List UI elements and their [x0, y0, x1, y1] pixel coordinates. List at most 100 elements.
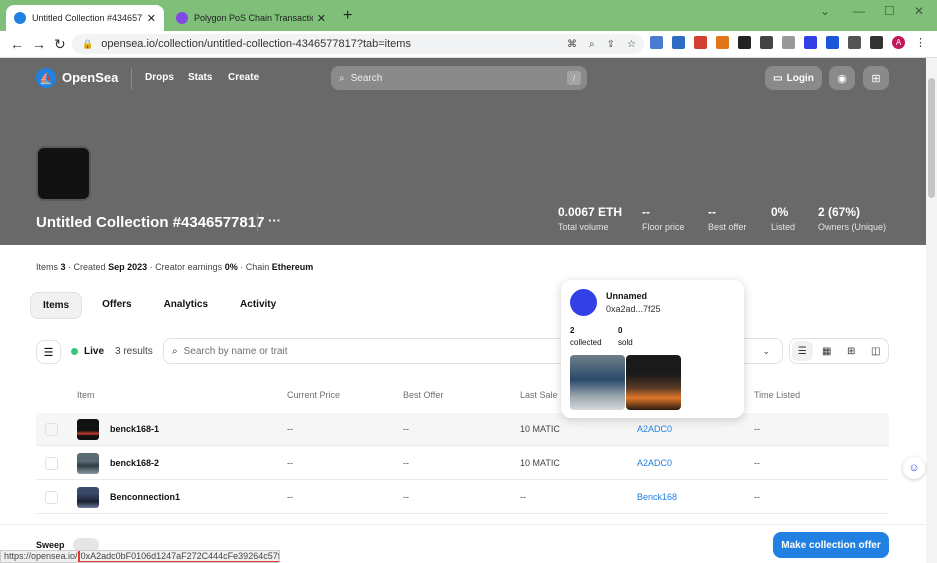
browser-tab-polygon[interactable]: Polygon PoS Chain Transaction ✕ — [168, 5, 334, 31]
grid-small-icon[interactable]: ▦ — [817, 341, 838, 361]
nav-divider — [131, 68, 132, 90]
brand-name[interactable]: OpenSea — [62, 70, 118, 85]
current-price: -- — [287, 424, 293, 434]
col-header-best-offer: Best Offer — [403, 390, 444, 400]
more-options-icon[interactable]: ··· — [268, 213, 281, 228]
url-field[interactable]: 🔒 opensea.io/collection/untitled-collect… — [72, 34, 644, 54]
owner-link[interactable]: A2ADC0 — [637, 424, 672, 434]
collected-nft-image[interactable] — [570, 355, 625, 410]
collected-nft-image[interactable] — [626, 355, 681, 410]
owner-name[interactable]: Unnamed — [606, 291, 647, 301]
stat-total-volume: 0.0067 ETH Total volume — [558, 205, 623, 232]
item-name[interactable]: Benconnection1 — [110, 492, 180, 502]
forward-icon[interactable]: → — [32, 36, 46, 52]
stat-floor-price: -- Floor price — [642, 205, 685, 232]
tab-title: Untitled Collection #4346577817 — [32, 13, 143, 23]
reload-icon[interactable]: ↻ — [54, 36, 66, 53]
avatar[interactable] — [570, 289, 597, 316]
last-sale: 10 MATIC — [520, 424, 560, 434]
page-scrollbar[interactable] — [926, 58, 937, 563]
live-label: Live — [84, 346, 105, 357]
share-icon[interactable]: ⇪ — [607, 39, 615, 50]
results-count: 3 results — [115, 346, 153, 357]
search-icon: ⌕ — [172, 345, 178, 357]
close-tab-icon[interactable]: ✕ — [147, 12, 156, 25]
row-checkbox[interactable] — [45, 491, 58, 504]
grid-split-icon[interactable]: ◫ — [866, 341, 887, 361]
bookmark-star-icon[interactable]: ☆ — [627, 39, 636, 50]
table-row[interactable]: benck168-2 -- -- 10 MATIC A2ADC0 -- — [36, 447, 889, 480]
tab-analytics[interactable]: Analytics — [152, 292, 220, 319]
owner-link[interactable]: A2ADC0 — [637, 458, 672, 468]
owner-hover-card: Unnamed 0xa2ad...7f25 2 collected 0 sold — [561, 280, 744, 418]
extension-icon[interactable] — [650, 36, 663, 49]
close-tab-icon[interactable]: ✕ — [317, 12, 326, 25]
col-header-time-listed: Time Listed — [754, 390, 801, 400]
stat-owners: 2 (67%) Owners (Unique) — [818, 205, 887, 232]
back-icon[interactable]: ← — [10, 36, 24, 52]
profile-avatar-icon[interactable]: A — [892, 36, 905, 49]
maximize-icon[interactable]: ☐ — [884, 4, 895, 18]
tab-items[interactable]: Items — [30, 292, 83, 319]
browser-status-url: https://opensea.io/0xA2adc0bF0106d1247aF… — [0, 550, 280, 563]
nav-drops[interactable]: Drops — [145, 72, 174, 83]
tab-activity[interactable]: Activity — [228, 292, 288, 319]
row-checkbox[interactable] — [45, 457, 58, 470]
collection-tabs: Items Offers Analytics Activity — [30, 292, 288, 319]
sidebar-icon[interactable] — [870, 36, 883, 49]
global-search[interactable]: ⌕ Search / — [331, 66, 587, 90]
current-price: -- — [287, 458, 293, 468]
row-checkbox[interactable] — [45, 423, 58, 436]
puzzle-icon[interactable] — [848, 36, 861, 49]
extension-icon[interactable] — [760, 36, 773, 49]
item-thumbnail[interactable] — [77, 487, 99, 508]
chevron-down-icon[interactable]: ⌄ — [762, 346, 770, 357]
zoom-icon[interactable]: ⌕ — [589, 39, 595, 50]
shield-icon[interactable] — [826, 36, 839, 49]
minimize-icon[interactable]: — — [853, 4, 865, 18]
collection-avatar — [36, 146, 91, 201]
item-thumbnail[interactable] — [77, 419, 99, 440]
filter-icon[interactable]: ☰ — [36, 340, 61, 364]
metamask-icon[interactable] — [716, 36, 729, 49]
time-listed: -- — [754, 424, 760, 434]
search-placeholder: Search — [350, 72, 383, 84]
table-row[interactable]: benck168-1 -- -- 10 MATIC A2ADC0 -- — [36, 413, 889, 446]
stat-listed: 0% Listed — [771, 205, 796, 232]
browser-tab-active[interactable]: Untitled Collection #4346577817 ✕ — [6, 5, 164, 31]
item-thumbnail[interactable] — [77, 453, 99, 474]
extension-new-icon[interactable] — [672, 36, 685, 49]
scrollbar-thumb[interactable] — [928, 78, 935, 198]
cart-icon[interactable]: ⊞ — [863, 66, 889, 90]
extension-icon[interactable] — [782, 36, 795, 49]
new-tab-icon[interactable]: + — [343, 7, 352, 25]
close-window-icon[interactable]: ✕ — [914, 4, 924, 18]
stat-best-offer: -- Best offer — [708, 205, 747, 232]
nav-create[interactable]: Create — [228, 72, 259, 83]
nav-stats[interactable]: Stats — [188, 72, 212, 83]
grid-large-icon[interactable]: ⊞ — [841, 341, 862, 361]
item-name[interactable]: benck168-2 — [110, 458, 159, 468]
owner-address[interactable]: 0xa2ad...7f25 — [606, 304, 661, 314]
translate-icon[interactable]: ⌘ — [567, 39, 577, 50]
kebab-menu-icon[interactable]: ⋮ — [914, 36, 927, 49]
col-header-item: Item — [77, 390, 95, 400]
highlighted-address: 0xA2adc0bF0106d1247aF272C444cFe39264c57f… — [77, 551, 279, 562]
chat-help-icon[interactable]: ☺ — [903, 457, 925, 479]
tab-offers[interactable]: Offers — [90, 292, 143, 319]
make-collection-offer-button[interactable]: Make collection offer — [773, 532, 889, 558]
extension-icon[interactable] — [738, 36, 751, 49]
chevron-down-icon[interactable]: ⌄ — [820, 4, 830, 18]
item-name[interactable]: benck168-1 — [110, 424, 159, 434]
owner-link[interactable]: Benck168 — [637, 492, 677, 502]
account-icon[interactable]: ◉ — [829, 66, 855, 90]
best-offer: -- — [403, 492, 409, 502]
lock-icon: 🔒 — [82, 38, 94, 49]
pocket-icon[interactable] — [694, 36, 707, 49]
login-button[interactable]: ▭ Login — [765, 66, 822, 90]
extension-icon[interactable] — [804, 36, 817, 49]
trait-search-placeholder: Search by name or trait — [183, 345, 288, 357]
list-view-icon[interactable]: ☰ — [792, 341, 813, 361]
opensea-logo-icon[interactable]: ⛵ — [36, 68, 56, 88]
table-row[interactable]: Benconnection1 -- -- -- Benck168 -- — [36, 481, 889, 514]
